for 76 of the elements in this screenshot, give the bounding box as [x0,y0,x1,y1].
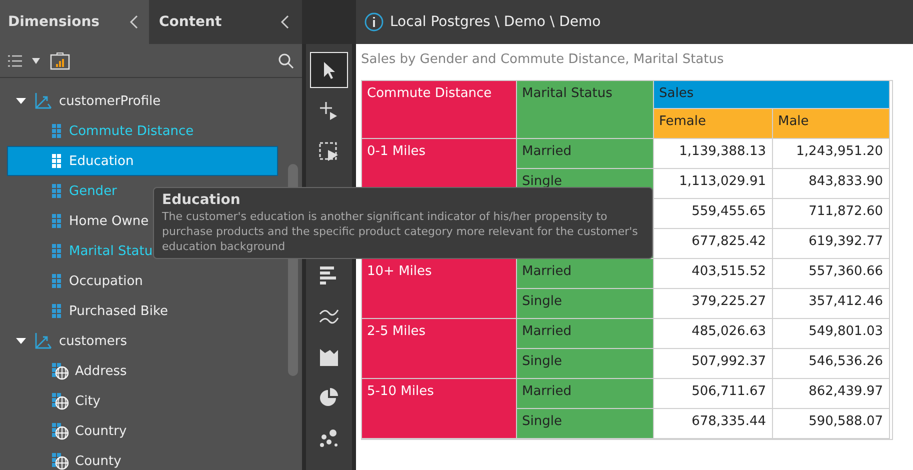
collapse-icon[interactable] [129,14,139,30]
geo-attribute-icon [51,392,69,410]
row-header-cell: 5-10 Miles [362,379,517,439]
table-cell: 357,412.46 [773,289,890,319]
table-cell: 379,225.27 [654,289,773,319]
tree-item[interactable]: Address [7,356,278,386]
table-cell: 557,360.66 [773,259,890,289]
dropdown-arrow-icon[interactable] [32,58,40,64]
table-cell: 485,026.63 [654,319,773,349]
geo-attribute-icon [51,452,69,470]
collapse-icon[interactable] [280,14,290,30]
geo-attribute-icon [51,422,69,440]
table-cell: 506,711.67 [654,379,773,409]
panel-tab[interactable]: Dimensions [0,0,149,44]
table-cell: 678,335.44 [654,409,773,439]
expand-arrow-icon[interactable] [15,96,27,106]
geo-attribute-icon [51,362,69,380]
header-cell: Commute Distance [362,81,517,139]
tool-button[interactable] [310,52,348,88]
list-icon[interactable] [8,54,22,66]
header-cell: Female [654,109,773,139]
table-cell: 403,515.52 [654,259,773,289]
table-cell: 843,833.90 [773,169,890,199]
tree-item[interactable]: County [7,446,278,470]
table-cell: 507,992.37 [654,349,773,379]
table-cell: 559,455.65 [654,199,773,229]
row-header-cell: 10+ Miles [362,259,517,319]
row-header-cell: 2-5 Miles [362,319,517,379]
row-header-cell: Married [517,319,654,349]
tree-item[interactable]: Commute Distance [7,116,278,146]
table-cell: 619,392.77 [773,229,890,259]
row-header-cell: Single [517,349,654,379]
header-cell: Male [773,109,890,139]
dimension-axes-icon [33,332,53,350]
row-header-cell: Married [517,379,654,409]
header-cell: Marital Status [517,81,654,139]
attribute-icon [51,243,63,259]
row-header-cell: Single [517,409,654,439]
table-cell: 1,113,029.91 [654,169,773,199]
report-title: Sales by Gender and Commute Distance, Marital Status [361,52,725,69]
scatter-chart-icon [318,428,340,450]
breadcrumb: Local Postgres \ Demo \ Demo [390,14,601,30]
expand-arrow-icon[interactable] [15,336,27,346]
tree-item[interactable]: Occupation [7,266,278,296]
pie-chart-icon [318,387,340,409]
tooltip-text: The customer's education is another significant indicator of his/her propensity to purchase products and the specific product category more relevant for the customer's education background [162,209,639,254]
table-cell: 546,536.26 [773,349,890,379]
tree-item[interactable]: City [7,386,278,416]
attribute-icon [51,213,63,229]
table-cell: 549,801.03 [773,319,890,349]
selection-icon [318,141,340,163]
row-header-cell: Single [517,289,654,319]
attribute-icon [51,153,63,169]
table-cell: 862,439.97 [773,379,890,409]
table-cell: 590,588.07 [773,409,890,439]
search-icon[interactable] [278,52,294,68]
row-header-cell: Married [517,259,654,289]
tree-item[interactable]: Purchased Bike [7,296,278,326]
attribute-icon [51,303,63,319]
header-cell: Sales [654,81,890,109]
attribute-icon [51,183,63,199]
table-cell: 1,139,388.13 [654,139,773,169]
tree-folder[interactable]: customers [0,326,288,356]
info-icon[interactable] [364,12,384,32]
tree-item[interactable]: Country [7,416,278,446]
chart-folder-icon[interactable] [50,52,70,70]
table-cell: 711,872.60 [773,199,890,229]
area-chart-icon [318,346,340,368]
tree-folder[interactable]: customerProfile [0,86,288,116]
table-cell: 677,825.42 [654,229,773,259]
tooltip-title: Education [162,192,242,209]
attribute-icon [51,123,63,139]
attribute-icon [51,273,63,289]
dimension-axes-icon [33,92,53,110]
row-header-cell: Married [517,139,654,169]
table-cell: 1,243,951.20 [773,139,890,169]
